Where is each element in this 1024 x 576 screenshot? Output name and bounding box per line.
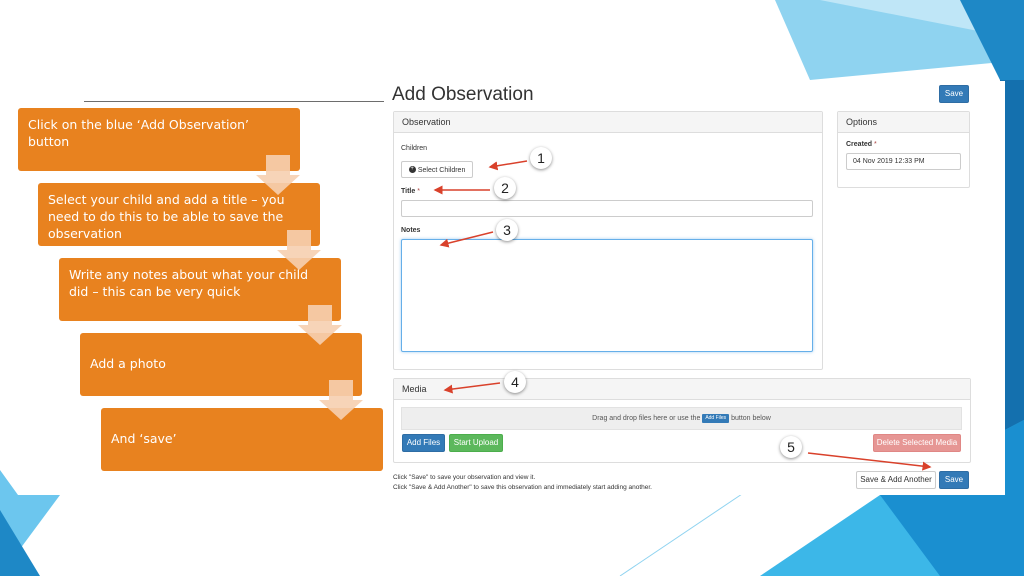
created-label: Created *: [846, 141, 877, 148]
callout-5: 5: [780, 436, 802, 458]
title-label: Title *: [401, 188, 420, 195]
delete-selected-media-button[interactable]: Delete Selected Media: [873, 434, 961, 452]
save-button-top[interactable]: Save: [939, 85, 969, 103]
down-arrow-icon: [277, 230, 321, 270]
title-divider: [84, 101, 384, 102]
dropzone-suffix: button below: [731, 415, 771, 422]
select-children-label: Select Children: [417, 167, 466, 174]
notes-label-text: Notes: [401, 227, 421, 234]
options-panel-heading: Options: [838, 112, 969, 133]
help-text-save: Click "Save" to save your observation an…: [393, 474, 536, 481]
callout-3: 3: [496, 219, 518, 241]
step-5-text: And ‘save’: [111, 431, 177, 446]
callout-4: 4: [504, 371, 526, 393]
add-files-button[interactable]: Add Files: [402, 434, 445, 452]
select-children-button[interactable]: + Select Children: [401, 161, 473, 178]
notes-label: Notes: [401, 227, 420, 234]
children-label: Children: [401, 145, 428, 152]
title-required-mark: *: [417, 188, 420, 195]
title-label-text: Title: [401, 188, 416, 195]
callout-1: 1: [530, 147, 552, 169]
dropzone-prefix: Drag and drop files here or use the: [592, 415, 701, 422]
start-upload-button[interactable]: Start Upload: [449, 434, 503, 452]
media-dropzone[interactable]: Drag and drop files here or use the Add …: [401, 407, 962, 430]
created-label-text: Created: [846, 141, 873, 148]
notes-textarea[interactable]: [401, 239, 813, 352]
plus-circle-icon: +: [408, 166, 416, 174]
down-arrow-icon: [298, 305, 342, 345]
media-panel-heading: Media: [394, 379, 970, 400]
step-1-text: Click on the blue ‘Add Observation’ butt…: [28, 117, 250, 149]
step-4-text: Add a photo: [90, 356, 166, 371]
title-input[interactable]: [401, 200, 813, 217]
help-text-save-add-another: Click "Save & Add Another" to save this …: [393, 484, 652, 491]
save-and-add-another-button[interactable]: Save & Add Another: [856, 471, 936, 489]
down-arrow-icon: [319, 380, 363, 420]
options-panel: Options: [837, 111, 970, 188]
dropzone-add-files-chip: Add Files: [702, 413, 730, 423]
step-2-text: Select your child and add a title – you …: [48, 192, 285, 241]
created-date-input[interactable]: 04 Nov 2019 12:33 PM: [846, 153, 961, 170]
down-arrow-icon: [256, 155, 300, 195]
step-3-text: Write any notes about what your child di…: [69, 267, 309, 299]
callout-2: 2: [494, 177, 516, 199]
save-button-bottom[interactable]: Save: [939, 471, 969, 489]
observation-panel-heading: Observation: [394, 112, 822, 133]
created-required-mark: *: [874, 141, 877, 148]
page-title: Add Observation: [392, 84, 534, 105]
